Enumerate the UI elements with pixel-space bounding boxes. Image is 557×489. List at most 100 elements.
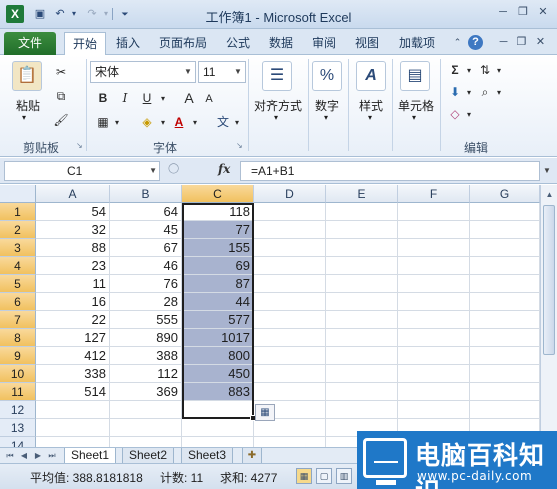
cell-e3[interactable] [326,239,398,257]
vertical-scrollbar[interactable]: ▲ ▼ [540,185,557,447]
cell-a1[interactable]: 54 [36,203,110,221]
cell-b4[interactable]: 46 [110,257,182,275]
row-header-3[interactable]: 3 [0,239,36,257]
formula-bar-resize-icon[interactable]: ◯ [168,163,182,179]
cell-b7[interactable]: 555 [110,311,182,329]
worksheet-grid[interactable]: ABCDEFG 1 54 64 118 2 32 45 77 3 88 67 155 4 23 46 69 5 1… [0,185,540,447]
cell-d8[interactable] [254,329,326,347]
styles-icon[interactable]: A [356,61,386,91]
cell-b3[interactable]: 67 [110,239,182,257]
italic-button[interactable]: I [116,89,134,107]
underline-dropdown-icon[interactable]: ▾ [154,90,172,108]
normal-view-button[interactable]: ▦ [296,468,312,484]
row-header-4[interactable]: 4 [0,257,36,275]
last-sheet-icon[interactable]: ⏭ [46,449,58,463]
chevron-down-icon[interactable]: ▼ [149,162,157,180]
grow-font-button[interactable]: A [180,89,198,107]
cell-c7[interactable]: 577 [182,311,254,329]
cell-c8[interactable]: 1017 [182,329,254,347]
styles-dropdown-icon[interactable]: ▾ [368,113,372,122]
row-header-7[interactable]: 7 [0,311,36,329]
cell-a10[interactable]: 338 [36,365,110,383]
cell-d6[interactable] [254,293,326,311]
cell-b6[interactable]: 28 [110,293,182,311]
select-all-corner[interactable] [0,185,36,203]
paste-icon[interactable]: 📋 [12,61,42,91]
chevron-down-icon[interactable]: ▼ [231,62,245,82]
cell-b14[interactable] [110,437,182,447]
cell-b12[interactable] [110,401,182,419]
sheet-tab-1[interactable]: Sheet1 [64,448,117,464]
cell-b8[interactable]: 890 [110,329,182,347]
row-header-9[interactable]: 9 [0,347,36,365]
page-break-view-button[interactable]: ▥ [336,468,352,484]
column-header-a[interactable]: A [36,185,110,203]
cell-d2[interactable] [254,221,326,239]
cell-a13[interactable] [36,419,110,437]
cell-g4[interactable] [470,257,540,275]
cell-d3[interactable] [254,239,326,257]
row-header-14[interactable]: 14 [0,437,36,447]
tab-review[interactable]: 审阅 [306,32,342,55]
workbook-close-icon[interactable]: ✕ [533,35,548,50]
cell-g5[interactable] [470,275,540,293]
cell-c14[interactable] [182,437,254,447]
find-dropdown-icon[interactable]: ▾ [490,84,508,102]
cell-e11[interactable] [326,383,398,401]
cell-d13[interactable] [254,419,326,437]
row-header-1[interactable]: 1 [0,203,36,221]
name-box[interactable]: C1 ▼ [4,161,160,181]
clear-dropdown-icon[interactable]: ▾ [460,106,478,124]
cell-c10[interactable]: 450 [182,365,254,383]
tab-insert[interactable]: 插入 [110,32,146,55]
cell-f8[interactable] [398,329,470,347]
cell-c1[interactable]: 118 [182,203,254,221]
cell-g3[interactable] [470,239,540,257]
font-size-combo[interactable]: 11 ▼ [198,61,246,83]
tab-file[interactable]: 文件 [4,32,56,55]
cell-c5[interactable]: 87 [182,275,254,293]
cell-a9[interactable]: 412 [36,347,110,365]
tab-formulas[interactable]: 公式 [220,32,256,55]
cell-f7[interactable] [398,311,470,329]
font-launcher-icon[interactable]: ↘ [236,141,245,150]
quick-analysis-icon[interactable]: ▦ [255,404,275,421]
copy-icon[interactable]: ⧉ [52,87,70,105]
cell-a5[interactable]: 11 [36,275,110,293]
cell-g8[interactable] [470,329,540,347]
formula-input[interactable]: =A1+B1 [240,161,540,181]
cell-d1[interactable] [254,203,326,221]
cell-f4[interactable] [398,257,470,275]
cell-e7[interactable] [326,311,398,329]
clipboard-launcher-icon[interactable]: ↘ [76,141,85,150]
cell-c13[interactable] [182,419,254,437]
cell-e12[interactable] [326,401,398,419]
cell-g2[interactable] [470,221,540,239]
sheet-tab-3[interactable]: Sheet3 [181,448,234,464]
cells-icon[interactable]: ▤ [400,61,430,91]
alignment-icon[interactable]: ☰ [262,61,292,91]
bold-button[interactable]: B [94,89,112,107]
cell-f2[interactable] [398,221,470,239]
shrink-font-button[interactable]: A [200,90,218,108]
cell-a8[interactable]: 127 [36,329,110,347]
cell-f11[interactable] [398,383,470,401]
styles-button[interactable]: 样式 [354,97,388,114]
next-sheet-icon[interactable]: ▶ [32,449,44,463]
tab-view[interactable]: 视图 [349,32,385,55]
cell-d9[interactable] [254,347,326,365]
cell-c3[interactable]: 155 [182,239,254,257]
alignment-dropdown-icon[interactable]: ▾ [274,113,278,122]
column-header-e[interactable]: E [326,185,398,203]
sheet-tab-2[interactable]: Sheet2 [122,448,175,464]
tab-home[interactable]: 开始 [64,32,106,55]
cell-d14[interactable] [254,437,326,447]
workbook-restore-icon[interactable]: ❐ [514,35,529,50]
cell-b9[interactable]: 388 [110,347,182,365]
phonetic-dropdown-icon[interactable]: ▾ [228,114,246,132]
cell-f3[interactable] [398,239,470,257]
cell-a3[interactable]: 88 [36,239,110,257]
cell-b1[interactable]: 64 [110,203,182,221]
column-header-b[interactable]: B [110,185,182,203]
chevron-down-icon[interactable]: ▼ [181,62,195,82]
